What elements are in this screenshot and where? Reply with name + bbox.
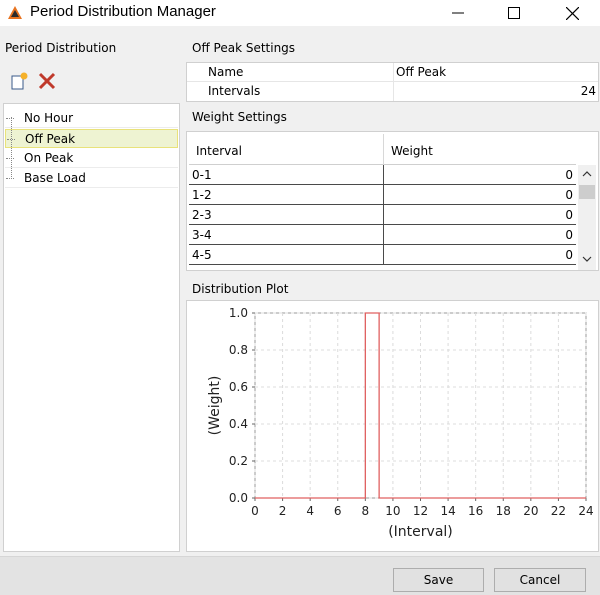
new-item-button[interactable]: [8, 70, 30, 92]
period-distribution-label: Period Distribution: [5, 41, 117, 55]
save-button[interactable]: Save: [393, 568, 484, 592]
x-tick-label: 0: [251, 504, 259, 518]
scroll-up-icon[interactable]: [582, 169, 592, 179]
scroll-thumb[interactable]: [579, 185, 595, 199]
tree-item-no-hour[interactable]: No Hour: [5, 109, 178, 128]
period-tree: No Hour Off Peak On Peak Base Load: [3, 103, 180, 552]
tree-item-off-peak[interactable]: Off Peak: [5, 129, 178, 148]
interval-cell: 0-1: [192, 168, 212, 182]
table-row[interactable]: 3-4 0: [189, 225, 576, 245]
minimize-button[interactable]: [429, 0, 487, 26]
left-toolbar: [4, 66, 180, 96]
maximize-button[interactable]: [485, 0, 543, 26]
distribution-chart: 0 2 4 6 8 10 12 14 16 18 20 22 240.00.20.40.60.81.0(…: [207, 306, 594, 540]
new-item-icon: [11, 72, 28, 90]
minimize-icon: [452, 12, 464, 14]
x-tick-label: 4: [306, 504, 314, 518]
title-bar: Period Distribution Manager: [0, 0, 600, 26]
x-tick-label: 20: [523, 504, 538, 518]
tree-item-label: On Peak: [24, 151, 74, 165]
tree-item-base-load[interactable]: Base Load: [5, 169, 178, 188]
settings-table: Name Off Peak Intervals 24: [186, 62, 599, 102]
x-tick-label: 2: [279, 504, 287, 518]
y-tick-label: 0.0: [229, 491, 248, 505]
settings-value[interactable]: Off Peak: [396, 65, 446, 79]
interval-cell: 2-3: [192, 208, 212, 222]
distribution-plot: 0 2 4 6 8 10 12 14 16 18 20 22 24 0.0 0.2 0.4 0.6 0.8 1.0(…: [186, 300, 599, 552]
tree-item-label: Off Peak: [25, 132, 76, 146]
close-icon: [565, 6, 579, 20]
x-tick-label: 8: [362, 504, 370, 518]
y-tick-label: 0.8: [229, 343, 248, 357]
weight-table-header: Interval Weight: [189, 134, 576, 165]
column-header-weight[interactable]: Weight: [391, 144, 433, 158]
x-tick-label: 18: [496, 504, 511, 518]
interval-cell: 3-4: [192, 228, 212, 242]
y-tick-label: 0.6: [229, 380, 248, 394]
x-tick-label: 10: [385, 504, 400, 518]
weight-table: Interval Weight 0-1 0 1-2 0 2-3 0 3-4 0 …: [186, 131, 599, 271]
settings-row-name[interactable]: Name Off Peak: [187, 63, 598, 82]
tree-item-label: No Hour: [24, 111, 74, 125]
weight-table-scrollbar[interactable]: [578, 165, 596, 270]
weight-cell[interactable]: 0: [565, 188, 573, 202]
x-tick-label: 16: [468, 504, 483, 518]
tree-item-label: Base Load: [24, 171, 86, 185]
x-axis-label: (Interval): [388, 524, 453, 540]
table-row[interactable]: 1-2 0: [189, 185, 576, 205]
y-axis-label: (Weight): [207, 376, 223, 436]
y-tick-label: 1.0: [229, 306, 248, 320]
weight-cell[interactable]: 0: [565, 228, 573, 242]
weight-cell[interactable]: 0: [565, 168, 573, 182]
weight-settings-title: Weight Settings: [192, 110, 287, 124]
app-logo-icon: [7, 5, 23, 21]
weight-cell[interactable]: 0: [565, 248, 573, 262]
x-tick-label: 14: [440, 504, 455, 518]
settings-key: Intervals: [208, 84, 261, 98]
window-title: Period Distribution Manager: [30, 3, 216, 20]
y-tick-label: 0.4: [229, 417, 248, 431]
settings-value[interactable]: 24: [581, 84, 596, 98]
table-row[interactable]: 0-1 0: [189, 165, 576, 185]
delete-button[interactable]: [36, 70, 58, 92]
interval-cell: 1-2: [192, 188, 212, 202]
scroll-down-icon[interactable]: [582, 254, 592, 264]
table-row[interactable]: 4-5 0: [189, 245, 576, 265]
table-row[interactable]: 2-3 0: [189, 205, 576, 225]
x-tick-label: 22: [551, 504, 566, 518]
settings-title: Off Peak Settings: [192, 41, 296, 55]
y-tick-label: 0.2: [229, 454, 248, 468]
close-button[interactable]: [543, 0, 600, 26]
x-tick-label: 12: [413, 504, 428, 518]
settings-row-intervals[interactable]: Intervals 24: [187, 82, 598, 101]
distribution-plot-title: Distribution Plot: [192, 282, 289, 296]
x-tick-label: 6: [334, 504, 342, 518]
settings-key: Name: [208, 65, 244, 79]
cancel-button[interactable]: Cancel: [494, 568, 586, 592]
column-header-interval[interactable]: Interval: [196, 144, 242, 158]
tree-connector: [11, 117, 12, 179]
weight-cell[interactable]: 0: [565, 208, 573, 222]
dialog-footer: Save Cancel: [0, 556, 600, 595]
interval-cell: 4-5: [192, 248, 212, 262]
maximize-icon: [508, 7, 520, 19]
delete-icon: [38, 72, 56, 90]
x-tick-label: 24: [578, 504, 593, 518]
tree-item-on-peak[interactable]: On Peak: [5, 149, 178, 168]
